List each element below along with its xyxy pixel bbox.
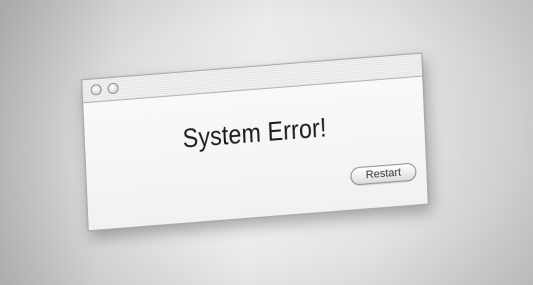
error-message: System Error!: [182, 112, 328, 154]
restart-button[interactable]: Restart: [350, 162, 417, 186]
close-icon[interactable]: [90, 83, 102, 96]
minimize-icon[interactable]: [107, 82, 119, 95]
dialog-body: System Error! Restart: [83, 77, 427, 231]
error-dialog: System Error! Restart: [81, 52, 429, 232]
